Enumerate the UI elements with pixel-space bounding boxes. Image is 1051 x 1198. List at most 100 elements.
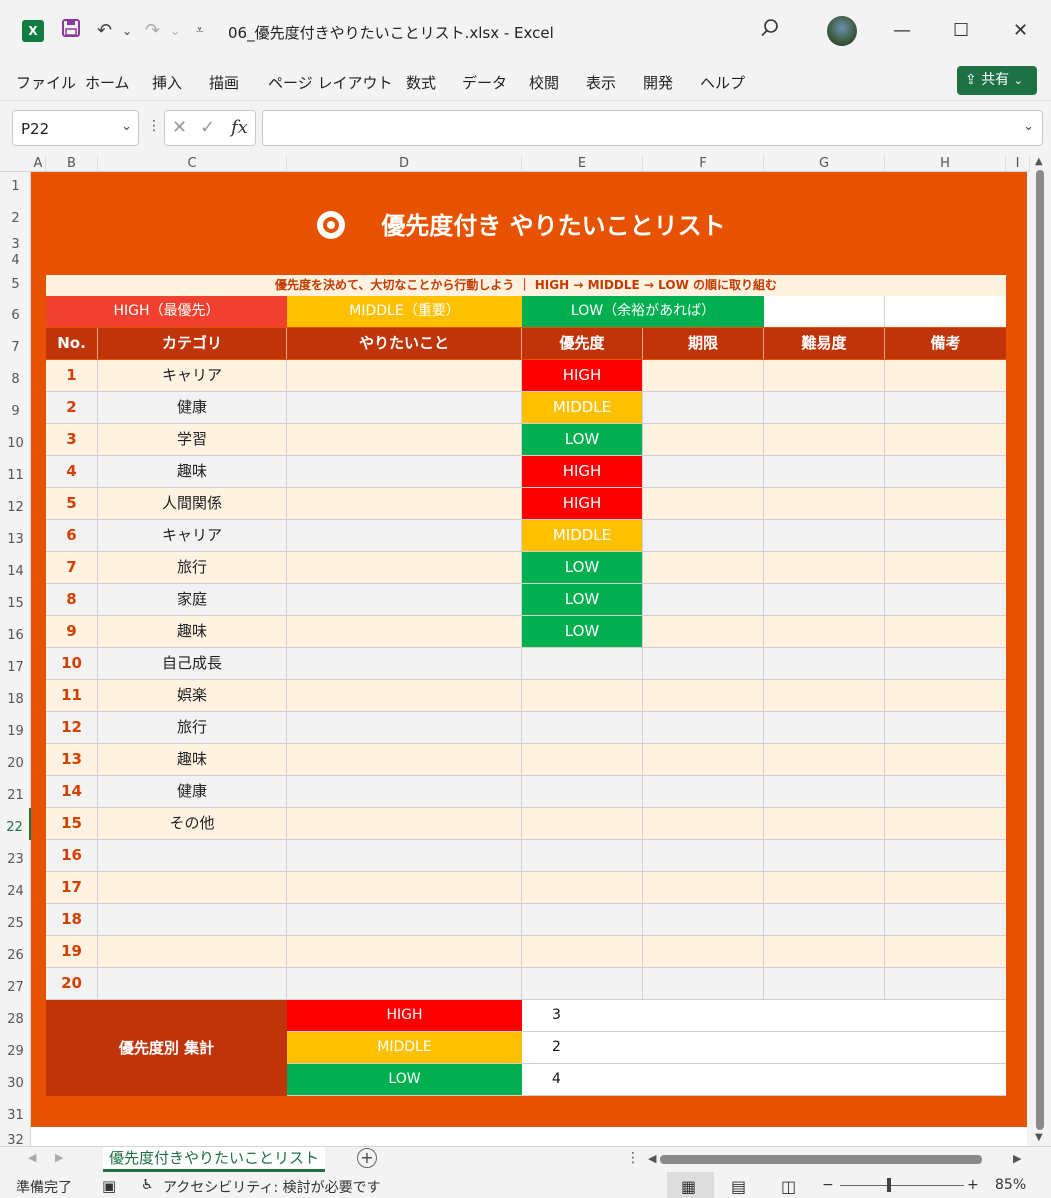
expand-formula-icon[interactable]: ⌄ (1023, 119, 1034, 134)
cell-difficulty[interactable] (764, 616, 885, 647)
page-layout-view-icon[interactable]: ▤ (731, 1177, 746, 1196)
cell-deadline[interactable] (643, 584, 764, 615)
column-header[interactable]: E (522, 156, 643, 172)
row-header[interactable]: 9 (0, 392, 31, 424)
column-header[interactable]: A (31, 156, 46, 172)
row-header[interactable]: 8 (0, 360, 31, 392)
cell-wish[interactable] (287, 968, 522, 999)
cell-category[interactable] (98, 936, 287, 967)
cell-no[interactable]: 18 (46, 904, 98, 935)
cell-category[interactable]: 人間関係 (98, 488, 287, 519)
cell-no[interactable]: 11 (46, 680, 98, 711)
scroll-thumb[interactable] (1036, 170, 1044, 1130)
cell-category[interactable] (98, 840, 287, 871)
cell-priority[interactable] (522, 840, 643, 871)
row-header[interactable]: 29 (0, 1032, 31, 1064)
cell-difficulty[interactable] (764, 840, 885, 871)
cell-priority[interactable]: LOW (522, 424, 643, 455)
cell-deadline[interactable] (643, 488, 764, 519)
cell-category[interactable]: 家庭 (98, 584, 287, 615)
cell-wish[interactable] (287, 520, 522, 551)
cell-priority[interactable] (522, 744, 643, 775)
column-header[interactable]: F (643, 156, 764, 172)
cell-notes[interactable] (885, 648, 1006, 679)
vertical-scrollbar[interactable]: ▲ ▼ (1030, 156, 1051, 1146)
summary-row[interactable]: LOW 4 (287, 1064, 1006, 1096)
tab-help[interactable]: ヘルプ (700, 72, 745, 93)
cell-deadline[interactable] (643, 872, 764, 903)
tab-file[interactable]: ファイル (16, 72, 76, 93)
cell-notes[interactable] (885, 552, 1006, 583)
cell-category[interactable]: 旅行 (98, 552, 287, 583)
cell-category[interactable]: 健康 (98, 392, 287, 423)
column-header[interactable]: H (885, 156, 1006, 172)
cell-category[interactable] (98, 968, 287, 999)
row-header[interactable]: 18 (0, 680, 31, 712)
cell-category[interactable]: 学習 (98, 424, 287, 455)
cell-wish[interactable] (287, 808, 522, 839)
cell-notes[interactable] (885, 424, 1006, 455)
cell-wish[interactable] (287, 392, 522, 423)
cell-wish[interactable] (287, 680, 522, 711)
row-header[interactable]: 15 (0, 584, 31, 616)
cell-notes[interactable] (885, 776, 1006, 807)
column-header[interactable]: B (46, 156, 98, 172)
header-category[interactable]: カテゴリ (98, 328, 287, 359)
cell-deadline[interactable] (643, 776, 764, 807)
cell-no[interactable]: 15 (46, 808, 98, 839)
scroll-up-icon[interactable]: ▲ (1035, 156, 1043, 167)
cell-wish[interactable] (287, 776, 522, 807)
row-header[interactable]: 16 (0, 616, 31, 648)
cell-no[interactable]: 10 (46, 648, 98, 679)
cell-category[interactable]: 自己成長 (98, 648, 287, 679)
cell-priority[interactable]: LOW (522, 616, 643, 647)
row-header[interactable]: 14 (0, 552, 31, 584)
cell-no[interactable]: 14 (46, 776, 98, 807)
cell-deadline[interactable] (643, 712, 764, 743)
scroll-left-icon[interactable]: ◀ (648, 1152, 656, 1165)
cell-notes[interactable] (885, 360, 1006, 391)
row-header[interactable]: 27 (0, 968, 31, 1000)
minimize-button[interactable]: — (893, 18, 911, 44)
tab-draw[interactable]: 描画 (209, 72, 239, 93)
cell-category[interactable] (98, 904, 287, 935)
cell-difficulty[interactable] (764, 712, 885, 743)
header-difficulty[interactable]: 難易度 (764, 328, 885, 359)
cell-notes[interactable] (885, 904, 1006, 935)
cell-no[interactable]: 13 (46, 744, 98, 775)
zoom-level[interactable]: 85% (995, 1177, 1026, 1193)
cell-difficulty[interactable] (764, 776, 885, 807)
row-header[interactable]: 12 (0, 488, 31, 520)
zoom-out-icon[interactable]: − (822, 1177, 834, 1193)
cell-category[interactable]: 娯楽 (98, 680, 287, 711)
name-box[interactable]: P22 ⌄ (12, 110, 139, 146)
cell-wish[interactable] (287, 648, 522, 679)
macro-record-icon[interactable]: ▣ (102, 1177, 116, 1195)
row-header[interactable]: 5 (0, 265, 31, 296)
cell-no[interactable]: 3 (46, 424, 98, 455)
tab-review[interactable]: 校閲 (529, 72, 559, 93)
cell-priority[interactable] (522, 968, 643, 999)
cell-notes[interactable] (885, 456, 1006, 487)
user-avatar[interactable] (827, 16, 857, 46)
header-wish[interactable]: やりたいこと (287, 328, 522, 359)
cell-category[interactable]: その他 (98, 808, 287, 839)
chevron-down-icon[interactable]: ⌄ (121, 119, 132, 134)
scroll-down-icon[interactable]: ▼ (1035, 1132, 1043, 1143)
cell-no[interactable]: 9 (46, 616, 98, 647)
legend-blank[interactable] (885, 296, 1006, 327)
cell-priority[interactable]: MIDDLE (522, 520, 643, 551)
legend-blank[interactable] (764, 296, 885, 327)
row-header[interactable]: 31 (0, 1096, 31, 1127)
cell-category[interactable]: キャリア (98, 360, 287, 391)
cell-wish[interactable] (287, 712, 522, 743)
row-header[interactable]: 32 (0, 1127, 31, 1148)
cell-category[interactable]: 趣味 (98, 616, 287, 647)
cell-priority[interactable] (522, 648, 643, 679)
cell-wish[interactable] (287, 840, 522, 871)
cell-category[interactable]: 趣味 (98, 744, 287, 775)
cell-wish[interactable] (287, 616, 522, 647)
cell-no[interactable]: 20 (46, 968, 98, 999)
prev-sheet-icon[interactable]: ◀ (28, 1151, 36, 1164)
cell-notes[interactable] (885, 840, 1006, 871)
